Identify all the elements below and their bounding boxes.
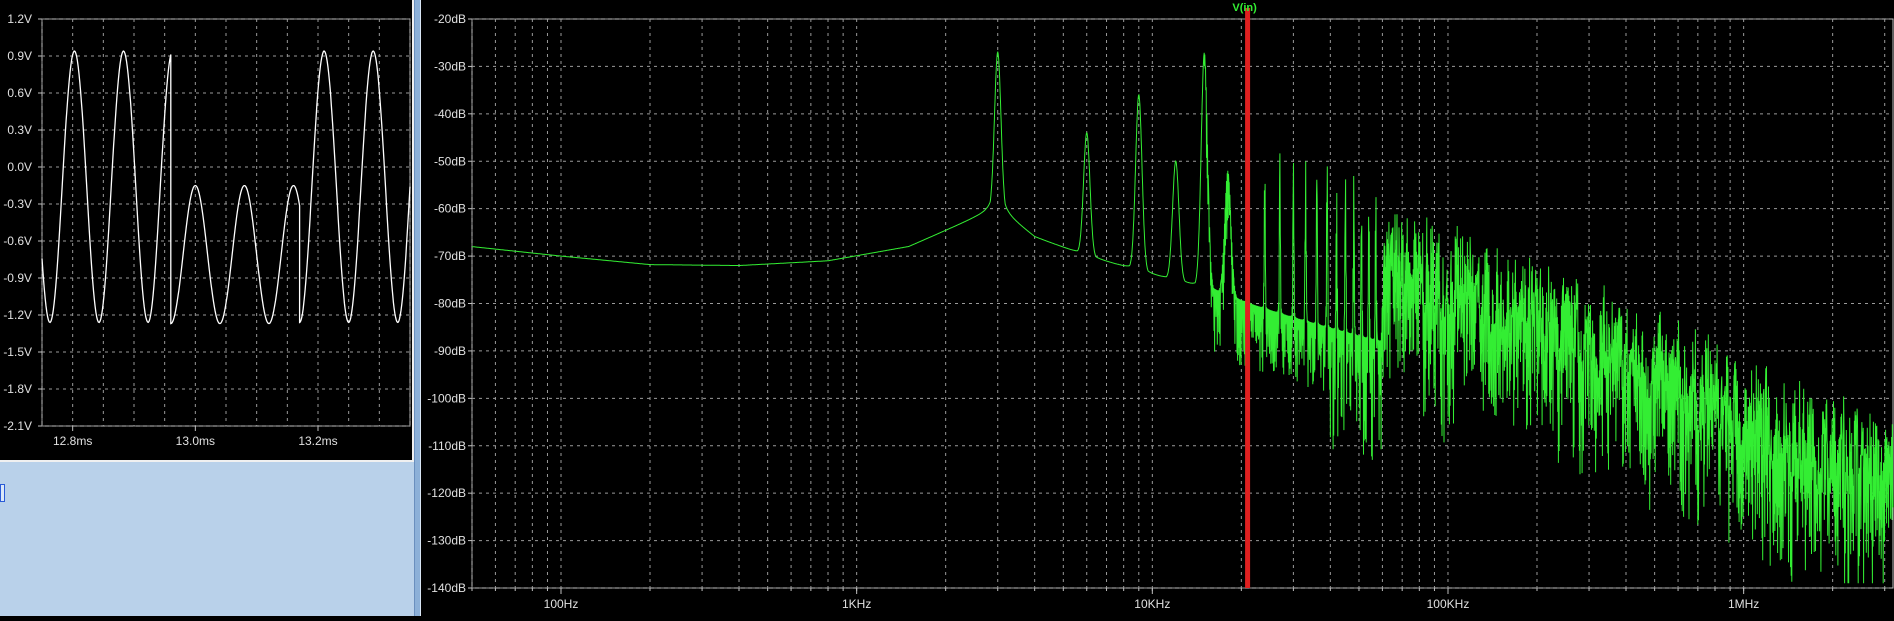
time-domain-plot-window[interactable]: 1.2V 0.9V 0.6V 0.3V 0.0V -0.3V -0.6V -0.9V -1.2V…	[0, 0, 414, 462]
fft-y-tick-label: -140dB	[427, 581, 466, 595]
fft-x-tick-label: 10KHz	[1134, 597, 1170, 611]
fft-y-tick-label: -130dB	[427, 534, 466, 548]
time-y-tick-label: -2.1V	[3, 419, 32, 433]
fft-y-tick-label: -120dB	[427, 486, 466, 500]
time-x-tick-label: 13.0ms	[176, 434, 215, 448]
time-y-tick-label: -1.5V	[3, 345, 32, 359]
fft-y-tick-label: -110dB	[428, 439, 466, 453]
fft-y-tick-label: -90dB	[434, 344, 466, 358]
time-y-tick-label: -0.3V	[3, 197, 32, 211]
pane-marker-handle[interactable]	[0, 484, 5, 502]
time-y-tick-label: 0.6V	[7, 86, 32, 100]
left-pane: 1.2V 0.9V 0.6V 0.3V 0.0V -0.3V -0.6V -0.9V -1.2V…	[0, 0, 414, 616]
time-y-ticks: 1.2V 0.9V 0.6V 0.3V 0.0V -0.3V -0.6V -0.9V -1.2V…	[3, 12, 42, 433]
fft-y-tick-label: -40dB	[434, 107, 466, 121]
fft-plot-window[interactable]: -20dB -30dB -40dB -50dB -60dB -70dB -80dB -90dB…	[421, 0, 1894, 616]
time-x-ticks: 12.8ms 13.0ms 13.2ms	[53, 426, 338, 448]
fft-y-tick-label: -20dB	[434, 12, 466, 26]
time-y-tick-label: 1.2V	[7, 12, 32, 26]
time-y-tick-label: 0.9V	[7, 49, 32, 63]
time-y-tick-label: -0.9V	[3, 271, 32, 285]
series-legend-vin[interactable]: V(in)	[1232, 2, 1257, 14]
time-y-tick-label: -0.6V	[3, 234, 32, 248]
fft-y-tick-label: -80dB	[434, 297, 466, 311]
fft-y-tick-label: -100dB	[427, 391, 466, 405]
fft-y-tick-label: -70dB	[434, 249, 466, 263]
time-x-tick-label: 13.2ms	[298, 434, 337, 448]
fft-y-ticks: -20dB -30dB -40dB -50dB -60dB -70dB -80dB -90dB…	[427, 12, 472, 595]
pane-splitter[interactable]	[414, 0, 421, 616]
fft-chart[interactable]: -20dB -30dB -40dB -50dB -60dB -70dB -80dB -90dB…	[421, 0, 1894, 616]
time-y-tick-label: -1.8V	[3, 382, 32, 396]
fft-plot-area	[471, 18, 1894, 589]
time-x-tick-label: 12.8ms	[53, 434, 92, 448]
time-y-tick-label: 0.3V	[7, 123, 32, 137]
fft-y-tick-label: -50dB	[434, 154, 466, 168]
fft-x-ticks: 100Hz 1KHz 10KHz 100KHz 1MHz	[471, 588, 1886, 611]
fft-y-tick-label: -30dB	[434, 59, 466, 73]
fft-y-tick-label: -60dB	[434, 202, 466, 216]
time-y-tick-label: -1.2V	[3, 308, 32, 322]
time-domain-chart[interactable]: 1.2V 0.9V 0.6V 0.3V 0.0V -0.3V -0.6V -0.9V -1.2V…	[0, 0, 412, 460]
fft-x-tick-label: 1MHz	[1728, 597, 1759, 611]
fft-x-tick-label: 100KHz	[1427, 597, 1470, 611]
time-y-tick-label: 0.0V	[7, 160, 32, 174]
fft-x-tick-label: 1KHz	[842, 597, 871, 611]
fft-x-tick-label: 100Hz	[544, 597, 579, 611]
